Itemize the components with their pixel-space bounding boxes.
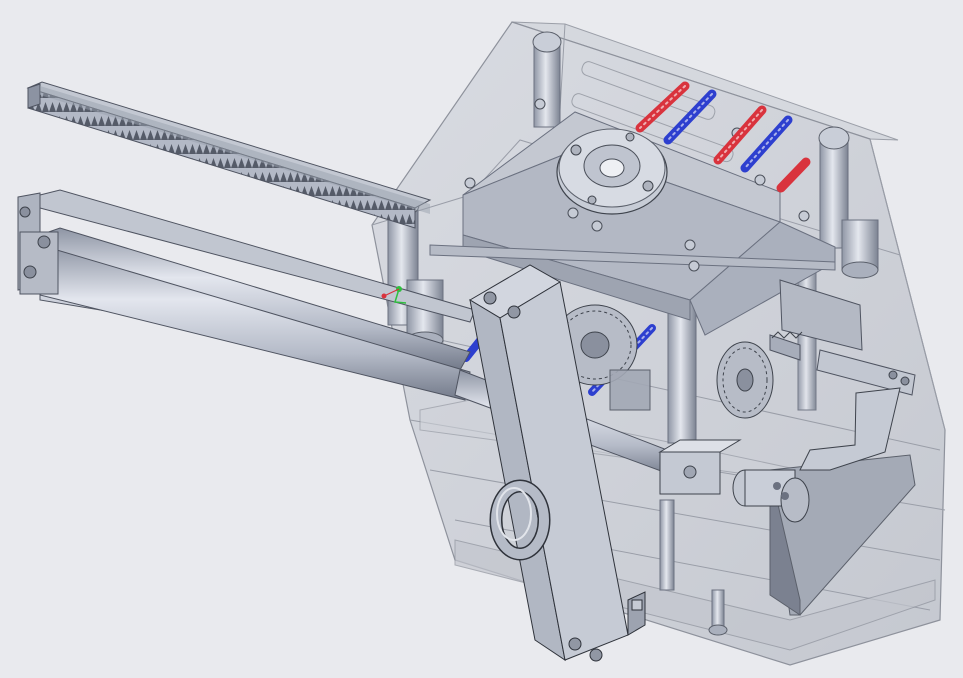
cad-viewport[interactable] (0, 0, 963, 678)
guide-pillar (532, 31, 562, 128)
locating-ring[interactable] (556, 128, 668, 215)
mold-assembly-model[interactable] (0, 0, 963, 678)
